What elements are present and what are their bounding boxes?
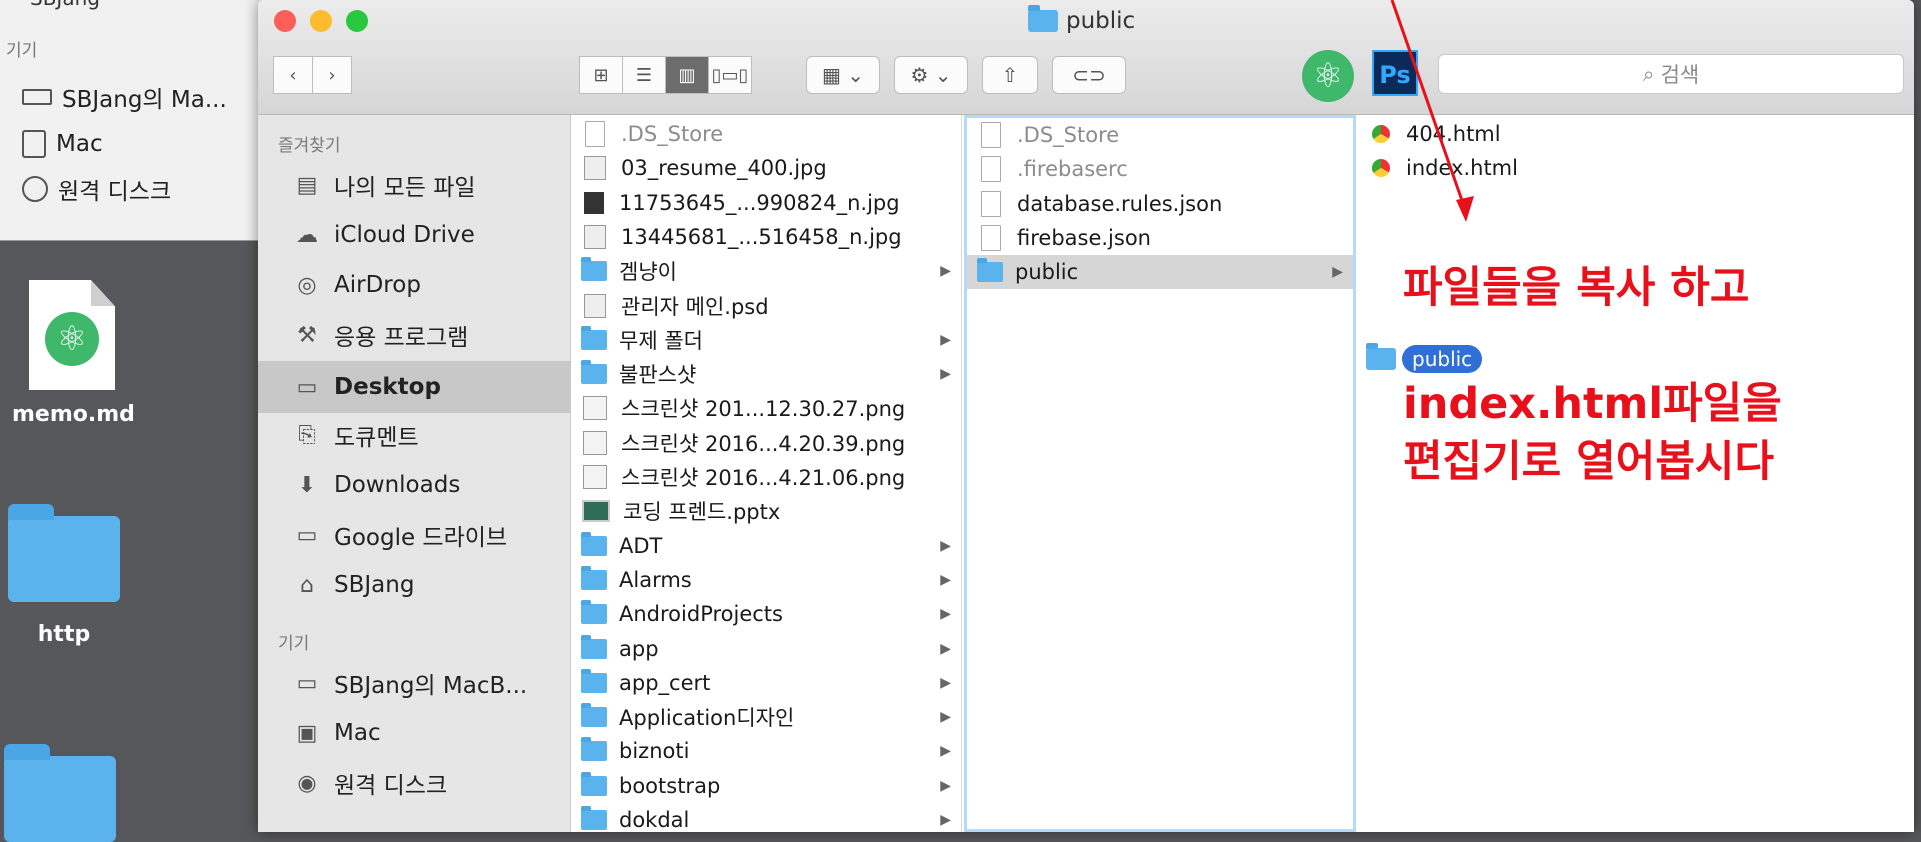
annotation-line3: 편집기로 열어봅시다 bbox=[1403, 437, 1775, 487]
annotation-line1: 파일들을 복사 하고 bbox=[1403, 263, 1750, 313]
annotation-line2: index.html파일을 bbox=[1403, 379, 1782, 429]
